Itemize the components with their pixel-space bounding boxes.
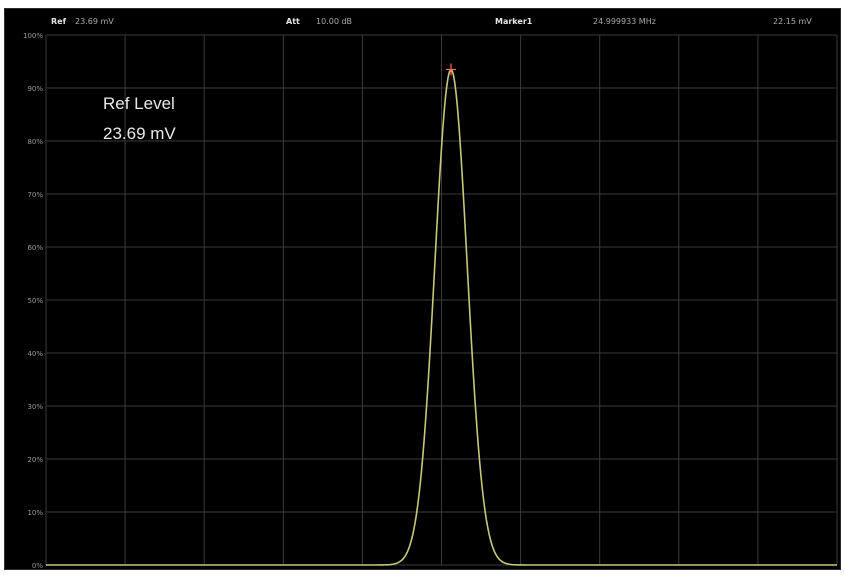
y-tick-label: 60% xyxy=(27,244,43,252)
y-tick-label: 100% xyxy=(23,32,43,40)
spectrum-display: Ref 23.69 mV Att 10.00 dB Marker1 24.999… xyxy=(4,8,841,570)
y-tick-label: 20% xyxy=(27,456,43,464)
y-tick-label: 70% xyxy=(27,191,43,199)
y-tick-label: 50% xyxy=(27,297,43,305)
y-tick-label: 40% xyxy=(27,350,43,358)
y-tick-label: 10% xyxy=(27,509,43,517)
y-tick-label: 0% xyxy=(32,562,43,570)
y-tick-label: 90% xyxy=(27,85,43,93)
y-tick-label: 80% xyxy=(27,138,43,146)
ref-level-value: 23.69 mV xyxy=(103,124,176,143)
ref-level-title: Ref Level xyxy=(103,94,175,113)
ref-level-annotation: Ref Level 23.69 mV xyxy=(103,89,176,149)
y-tick-label: 30% xyxy=(27,403,43,411)
